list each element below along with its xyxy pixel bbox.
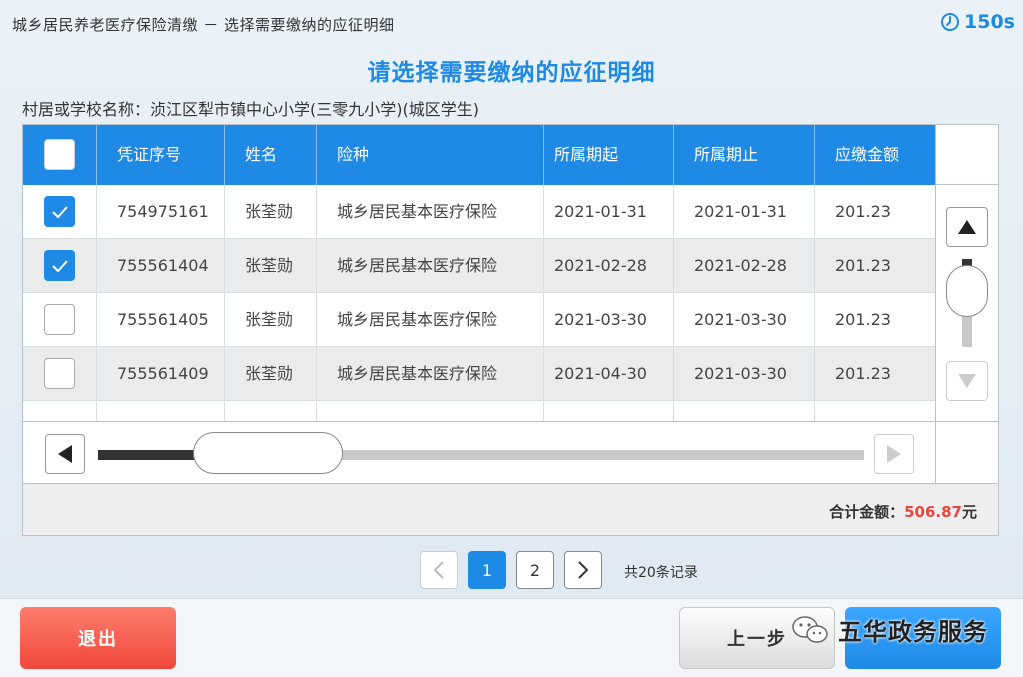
row-checkbox[interactable]: [44, 358, 75, 389]
horizontal-scroll-thumb[interactable]: [193, 432, 343, 474]
cell-insurance-type: 城乡居民基本医疗保险: [317, 239, 544, 293]
watermark: 五华政务服务: [790, 612, 988, 647]
total-label: 合计金额：: [829, 503, 905, 521]
exit-button[interactable]: 退出: [20, 607, 176, 669]
cell-insurance-type: 城乡居民基本医疗保险: [317, 185, 544, 239]
table-row[interactable]: 755561409 张荃勋 城乡居民基本医疗保险 2021-04-30 2021-03-…: [23, 347, 935, 401]
header-period-start: 所属期起: [544, 125, 674, 185]
cell-period-start: 2021-01-31: [544, 185, 674, 239]
triangle-up-icon: [958, 220, 976, 234]
cell-voucher: 755561409: [97, 347, 225, 401]
cell-checkbox: [23, 239, 97, 293]
cell-period-start: 2021-04-30: [544, 347, 674, 401]
chevron-left-icon: [433, 561, 444, 579]
app-title: 城乡居民养老医疗保险清缴 － 选择需要缴纳的应征明细: [12, 16, 395, 34]
cell-period-end: 2021-01-31: [674, 185, 815, 239]
table-row[interactable]: 755561405 张荃勋 城乡居民基本医疗保险 2021-03-30 2021-03-…: [23, 293, 935, 347]
table-row-partial: [23, 401, 935, 421]
page-1-button[interactable]: 1: [468, 551, 506, 589]
table-header: 凭证序号 姓名 险种 所属期起 所属期止 应缴金额: [23, 125, 935, 185]
cell-period-start: 2021-03-30: [544, 293, 674, 347]
horizontal-scrollbar[interactable]: [23, 421, 935, 483]
clock-icon: [941, 13, 960, 31]
prev-page-button[interactable]: [420, 551, 458, 589]
cell-name: 张荃勋: [225, 347, 317, 401]
cell-period-end: 2021-03-30: [674, 347, 815, 401]
chevron-right-icon: [578, 561, 589, 579]
cell-name: 张荃勋: [225, 239, 317, 293]
select-all-checkbox[interactable]: [44, 139, 75, 170]
vertical-scrollbar[interactable]: [935, 125, 998, 421]
page-2-button[interactable]: 2: [516, 551, 554, 589]
triangle-down-icon: [958, 374, 976, 388]
header-period-end: 所属期止: [674, 125, 815, 185]
table-row[interactable]: 755561404 张荃勋 城乡居民基本医疗保险 2021-02-28 2021-02-…: [23, 239, 935, 293]
cell-checkbox: [23, 347, 97, 401]
vertical-scroll-thumb[interactable]: [946, 265, 988, 317]
header-checkbox-cell: [23, 125, 97, 185]
total-value: 506.87: [904, 503, 962, 521]
total-bar: 合计金额：506.87元: [23, 483, 998, 535]
cell-amount: 201.23: [835, 364, 891, 383]
header-voucher: 凭证序号: [97, 125, 225, 185]
cell-insurance-type: 城乡居民基本医疗保险: [317, 347, 544, 401]
watermark-text: 五华政务服务: [838, 618, 988, 646]
total-amount: 合计金额：506.87元: [829, 501, 977, 522]
scroll-up-button[interactable]: [946, 207, 988, 247]
cell-insurance-type: 城乡居民基本医疗保险: [317, 293, 544, 347]
wechat-icon: [792, 615, 828, 643]
cell-amount: 201.23: [835, 202, 891, 221]
header-name: 姓名: [225, 125, 317, 185]
countdown-timer: 150s: [940, 11, 1015, 33]
row-checkbox[interactable]: [44, 196, 75, 227]
next-page-button[interactable]: [564, 551, 602, 589]
page-heading: 请选择需要缴纳的应征明细: [367, 60, 656, 86]
total-unit: 元: [961, 503, 977, 521]
record-count: 共20条记录: [624, 565, 698, 581]
triangle-right-icon: [887, 445, 901, 463]
cell-voucher: 755561405: [97, 293, 225, 347]
cell-period-start: 2021-02-28: [544, 239, 674, 293]
scroll-right-button[interactable]: [874, 434, 914, 474]
scrollbar-corner: [935, 421, 998, 483]
cell-name: 张荃勋: [225, 293, 317, 347]
scroll-down-button[interactable]: [946, 361, 988, 401]
school-label: 村居或学校名称：: [22, 100, 151, 119]
cell-voucher: 754975161: [97, 185, 225, 239]
cell-amount: 201.23: [835, 256, 891, 275]
school-name: 浈江区犁市镇中心小学(三零九小学)(城区学生): [150, 100, 479, 119]
cell-name: 张荃勋: [225, 185, 317, 239]
vertical-scrollbar-header: [936, 125, 998, 185]
top-bar: 城乡居民养老医疗保险清缴 － 选择需要缴纳的应征明细 150s: [0, 0, 1023, 46]
cell-period-end: 2021-03-30: [674, 293, 815, 347]
header-insurance-type: 险种: [317, 125, 544, 185]
cell-checkbox: [23, 293, 97, 347]
scroll-left-button[interactable]: [45, 434, 85, 474]
timer-value: 150s: [964, 11, 1015, 33]
cell-checkbox: [23, 185, 97, 239]
row-checkbox[interactable]: [44, 250, 75, 281]
detail-table-panel: 凭证序号 姓名 险种 所属期起 所属期止 应缴金额 754975161 张荃勋 城乡…: [22, 124, 999, 536]
cell-amount: 201.23: [835, 310, 891, 329]
checkmark-icon: [51, 259, 68, 272]
row-checkbox[interactable]: [44, 304, 75, 335]
header-amount: 应缴金额: [835, 145, 900, 164]
school-info: 村居或学校名称：浈江区犁市镇中心小学(三零九小学)(城区学生): [22, 96, 479, 120]
checkmark-icon: [51, 205, 68, 218]
table-row[interactable]: 754975161 张荃勋 城乡居民基本医疗保险 2021-01-31 2021-01-…: [23, 185, 935, 239]
cell-voucher: 755561404: [97, 239, 225, 293]
triangle-left-icon: [58, 445, 72, 463]
cell-period-end: 2021-02-28: [674, 239, 815, 293]
